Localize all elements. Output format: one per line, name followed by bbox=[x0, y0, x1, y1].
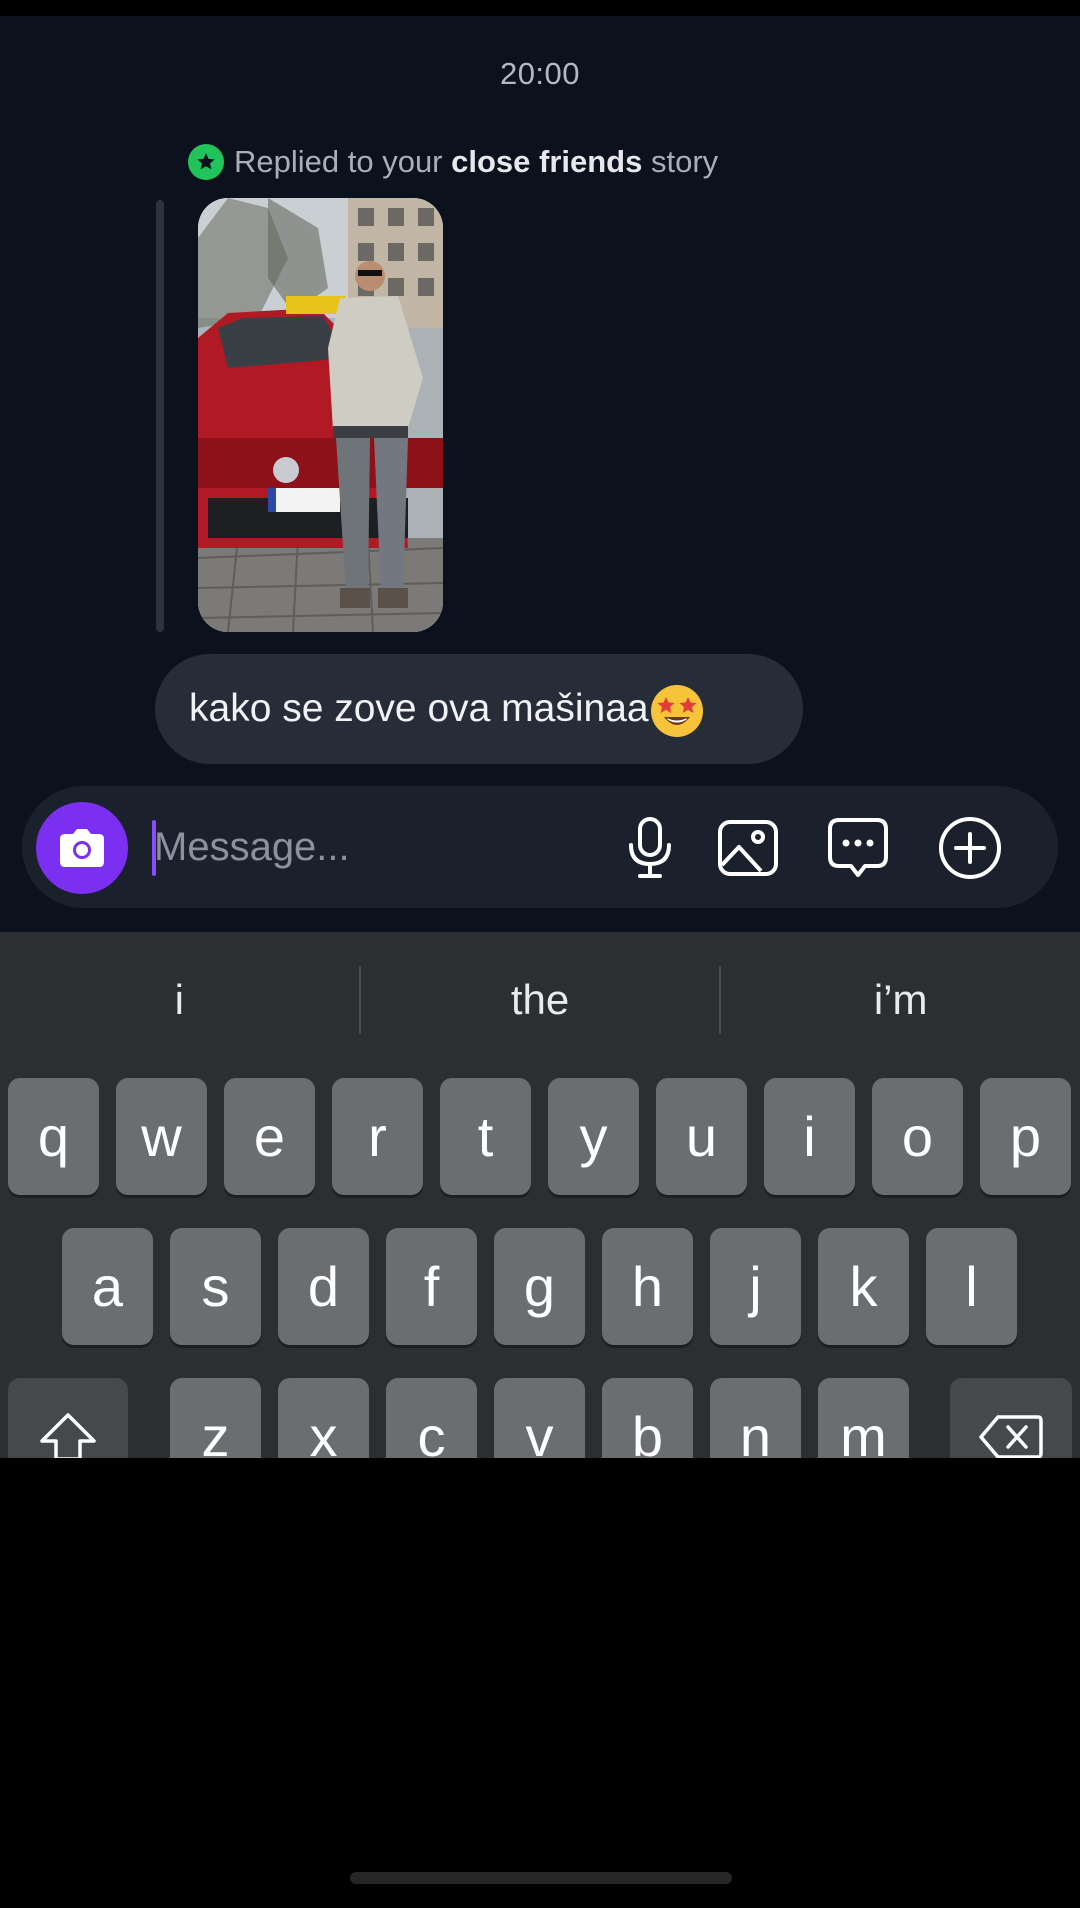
message-text: kako se zove ova mašinaa bbox=[189, 687, 649, 730]
message-timestamp: 20:00 bbox=[499, 56, 581, 91]
key-k[interactable]: k bbox=[818, 1228, 909, 1345]
key-u[interactable]: u bbox=[656, 1078, 747, 1195]
key-m[interactable]: m bbox=[818, 1378, 909, 1458]
voice-message-button[interactable] bbox=[614, 812, 686, 884]
received-message-bubble[interactable]: kako se zove ova mašinaa bbox=[155, 654, 803, 764]
key-i[interactable]: i bbox=[764, 1078, 855, 1195]
close-friends-star-icon bbox=[188, 144, 224, 180]
home-indicator[interactable] bbox=[350, 1872, 732, 1884]
key-p[interactable]: p bbox=[980, 1078, 1071, 1195]
shift-icon bbox=[40, 1412, 96, 1458]
key-v[interactable]: v bbox=[494, 1378, 585, 1458]
key-c[interactable]: c bbox=[386, 1378, 477, 1458]
key-f[interactable]: f bbox=[386, 1228, 477, 1345]
suggestion-bar: i the i’m bbox=[0, 960, 1080, 1040]
key-n[interactable]: n bbox=[710, 1378, 801, 1458]
camera-icon bbox=[60, 829, 104, 867]
suggestion-item[interactable]: i bbox=[0, 960, 359, 1040]
key-e[interactable]: e bbox=[224, 1078, 315, 1195]
key-t[interactable]: t bbox=[440, 1078, 531, 1195]
add-button[interactable] bbox=[934, 812, 1006, 884]
gallery-button[interactable] bbox=[712, 812, 784, 884]
message-input[interactable] bbox=[154, 812, 614, 882]
reply-note-emphasis: close friends bbox=[451, 144, 643, 179]
key-r[interactable]: r bbox=[332, 1078, 423, 1195]
key-a[interactable]: a bbox=[62, 1228, 153, 1345]
sticker-button[interactable] bbox=[822, 812, 894, 884]
camera-button[interactable] bbox=[36, 802, 128, 894]
key-j[interactable]: j bbox=[710, 1228, 801, 1345]
key-q[interactable]: q bbox=[8, 1078, 99, 1195]
microphone-icon bbox=[629, 817, 671, 878]
key-d[interactable]: d bbox=[278, 1228, 369, 1345]
key-z[interactable]: z bbox=[170, 1378, 261, 1458]
suggestion-item[interactable]: i’m bbox=[721, 960, 1080, 1040]
key-o[interactable]: o bbox=[872, 1078, 963, 1195]
key-s[interactable]: s bbox=[170, 1228, 261, 1345]
reply-quote-bar bbox=[156, 200, 164, 632]
gallery-icon bbox=[718, 820, 778, 876]
suggestion-item[interactable]: the bbox=[361, 960, 720, 1040]
keyboard: i the i’m q w e r t y u i o p a s d f g … bbox=[0, 932, 1080, 1458]
key-y[interactable]: y bbox=[548, 1078, 639, 1195]
backspace-icon bbox=[979, 1414, 1043, 1458]
story-photo bbox=[198, 198, 443, 632]
key-h[interactable]: h bbox=[602, 1228, 693, 1345]
screen: 20:00 Replied to your close friends stor… bbox=[0, 0, 1080, 1908]
message-composer bbox=[22, 786, 1058, 908]
reply-note-prefix: Replied to your bbox=[234, 144, 452, 179]
reply-note-text: Replied to your close friends story bbox=[234, 144, 718, 180]
story-thumbnail[interactable] bbox=[198, 198, 443, 632]
shift-key[interactable] bbox=[8, 1378, 128, 1458]
key-w[interactable]: w bbox=[116, 1078, 207, 1195]
key-l[interactable]: l bbox=[926, 1228, 1017, 1345]
backspace-key[interactable] bbox=[950, 1378, 1072, 1458]
status-bar bbox=[0, 0, 1080, 16]
chat-area[interactable]: 20:00 Replied to your close friends stor… bbox=[0, 0, 1080, 932]
reply-note-suffix: story bbox=[642, 144, 719, 179]
key-g[interactable]: g bbox=[494, 1228, 585, 1345]
star-struck-emoji-icon bbox=[650, 685, 703, 737]
key-x[interactable]: x bbox=[278, 1378, 369, 1458]
sticker-icon bbox=[828, 818, 888, 877]
story-reply-note: Replied to your close friends story bbox=[188, 142, 718, 182]
add-icon bbox=[939, 817, 1001, 879]
key-b[interactable]: b bbox=[602, 1378, 693, 1458]
